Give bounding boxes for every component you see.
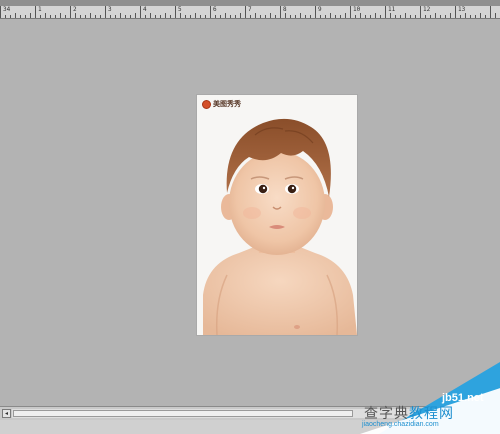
ruler-label: 12 [423, 6, 431, 13]
app-stamp: 美图秀秀 [202, 99, 241, 109]
watermark-title-right: 教程网 [409, 406, 454, 422]
scroll-left-arrow-icon[interactable]: ◂ [2, 409, 11, 418]
ruler-label: 13 [458, 6, 466, 13]
editor-canvas[interactable]: 美图秀秀 [0, 19, 500, 406]
ruler-label: 10 [353, 6, 361, 13]
ruler-label: 4 [143, 6, 147, 13]
scroll-thumb[interactable] [13, 410, 353, 417]
ruler-label: 2 [73, 6, 77, 13]
watermark-url: jiaocheng.chazidian.com [362, 421, 439, 428]
baby-photo [197, 95, 357, 335]
ruler-label: 8 [283, 6, 287, 13]
ruler-label: 11 [388, 6, 396, 13]
ruler-label: 7 [248, 6, 252, 13]
ruler-label: 1 [38, 6, 42, 13]
watermark-title: 查字典教程网 [364, 403, 454, 423]
ruler-label: 3 [108, 6, 112, 13]
document-image[interactable]: 美图秀秀 [197, 95, 357, 335]
ruler-label: 6 [213, 6, 217, 13]
ruler-label: 34 [3, 6, 11, 13]
stamp-text: 美图秀秀 [213, 100, 241, 108]
stamp-logo-icon [202, 99, 211, 109]
horizontal-ruler: 34 1 2 3 4 5 6 7 8 9 10 11 12 13 [0, 6, 500, 19]
ruler-label: 5 [178, 6, 182, 13]
ruler-label: 9 [318, 6, 322, 13]
watermark-title-left: 查字典 [364, 406, 409, 422]
